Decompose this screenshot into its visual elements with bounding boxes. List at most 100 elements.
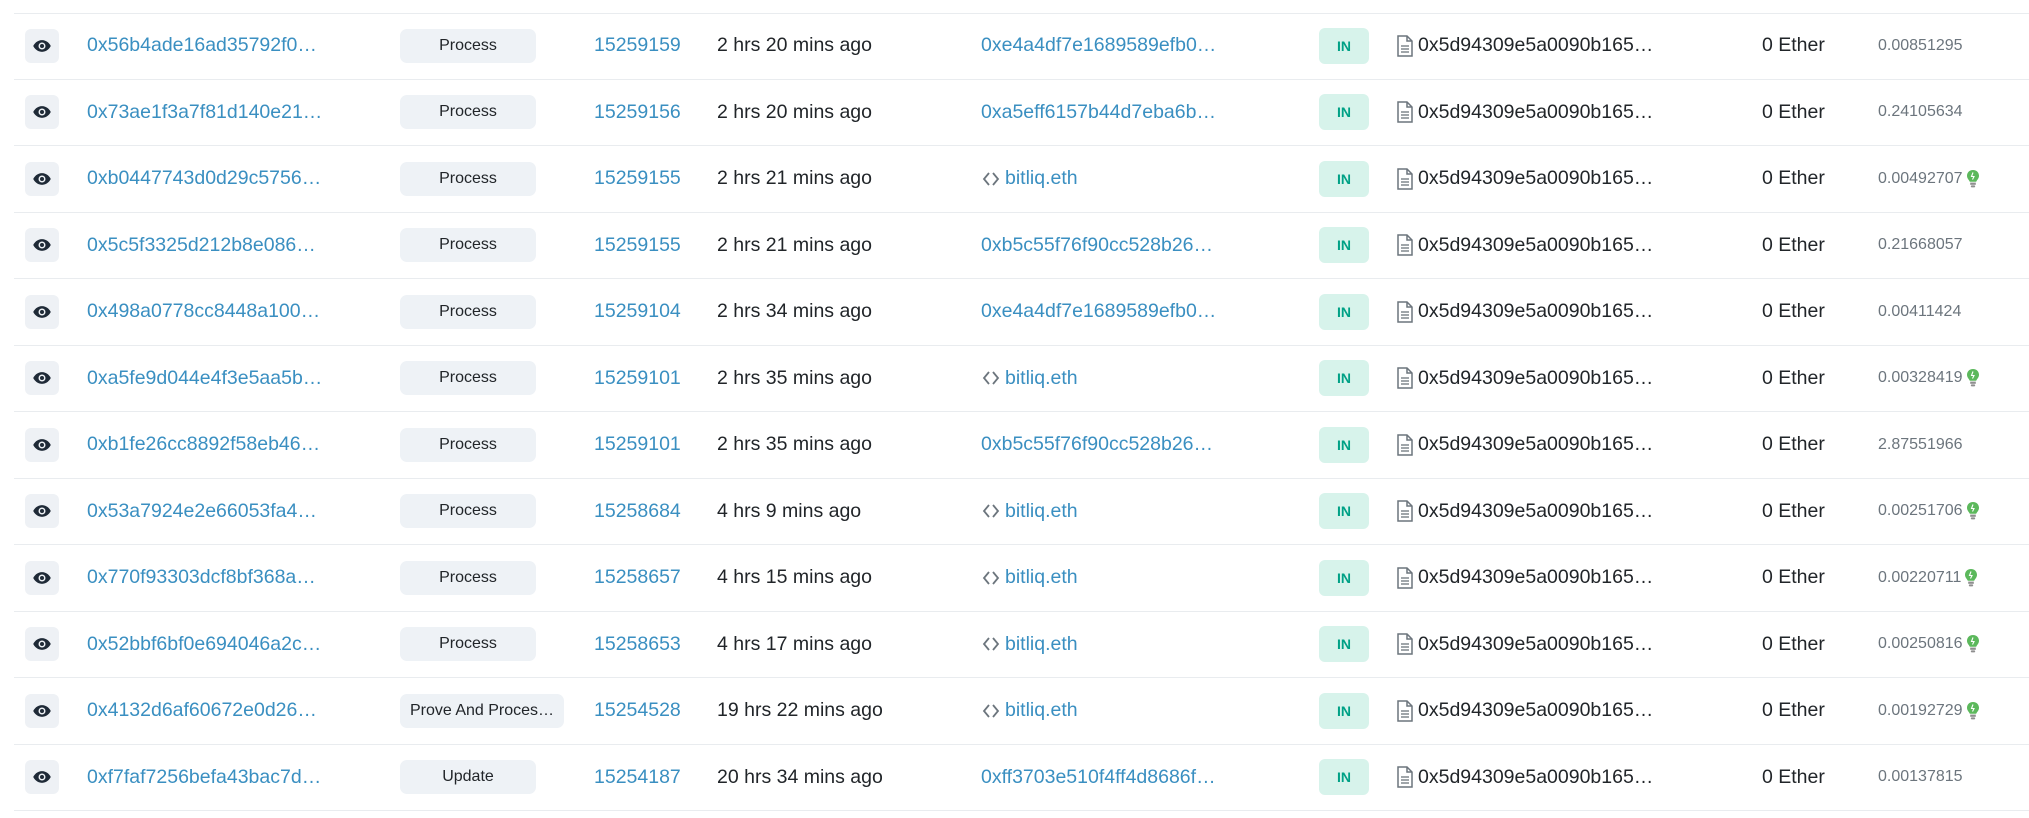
to-contract-address[interactable]: 0x5d94309e5a0090b165… [1396, 146, 1653, 212]
to-contract-address[interactable]: 0x5d94309e5a0090b165… [1396, 479, 1653, 545]
txn-age: 2 hrs 20 mins ago [717, 34, 873, 57]
txn-age: 4 hrs 9 mins ago [717, 499, 862, 522]
from-address-link[interactable]: bitliq.eth [981, 346, 1078, 412]
method-badge: Process [400, 627, 536, 662]
to-contract-address[interactable]: 0x5d94309e5a0090b165… [1396, 745, 1653, 811]
method-badge: Process [400, 161, 536, 196]
txn-age: 20 hrs 34 mins ago [717, 765, 883, 788]
method-badge: Prove And Proces… [400, 693, 564, 728]
from-address-text: bitliq.eth [1005, 566, 1078, 589]
direction-badge: IN [1319, 27, 1369, 64]
txn-fee-text: 0.00328419 [1878, 369, 1963, 387]
direction-badge: IN [1319, 360, 1369, 397]
txn-hash-link[interactable]: 0x53a7924e2e66053fa4… [87, 479, 317, 545]
method-badge: Process [400, 494, 536, 529]
view-details-button[interactable] [25, 560, 59, 595]
txn-fee-text: 0.00192729 [1878, 701, 1963, 719]
txn-hash-link[interactable]: 0xb0447743d0d29c5756… [87, 146, 321, 212]
view-details-button[interactable] [25, 693, 59, 728]
table-row: 0x52bbf6bf0e694046a2c… Process 15258653 … [14, 612, 2029, 678]
view-details-button[interactable] [25, 627, 59, 662]
to-address-text: 0x5d94309e5a0090b165… [1418, 499, 1654, 522]
txn-fee: 0.00137815 [1878, 745, 1963, 811]
txn-hash-link[interactable]: 0x770f93303dcf8bf368a… [87, 545, 316, 611]
from-address-link[interactable]: 0xb5c55f76f90cc528b26… [981, 412, 1213, 478]
from-address-link[interactable]: 0xe4a4df7e1689589efb0… [981, 279, 1216, 345]
txn-hash-link[interactable]: 0x5c5f3325d212b8e086… [87, 213, 316, 279]
view-details-button[interactable] [25, 228, 59, 263]
txn-age: 2 hrs 20 mins ago [717, 100, 873, 123]
txn-age: 4 hrs 17 mins ago [717, 632, 873, 655]
block-number-link[interactable]: 15254187 [594, 745, 681, 811]
from-address-link[interactable]: 0xff3703e510f4ff4d8686f… [981, 745, 1216, 811]
txn-fee: 2.87551966 [1878, 412, 1963, 478]
to-contract-address[interactable]: 0x5d94309e5a0090b165… [1396, 80, 1653, 146]
view-details-button[interactable] [25, 95, 59, 130]
to-address-text: 0x5d94309e5a0090b165… [1418, 566, 1654, 589]
block-number-link[interactable]: 15259104 [594, 279, 681, 345]
from-address-link[interactable]: bitliq.eth [981, 612, 1078, 678]
to-contract-address[interactable]: 0x5d94309e5a0090b165… [1396, 678, 1653, 744]
txn-value: 0 Ether [1762, 632, 1825, 655]
txn-value: 0 Ether [1762, 100, 1825, 123]
view-details-button[interactable] [25, 28, 59, 63]
to-address-text: 0x5d94309e5a0090b165… [1418, 167, 1654, 190]
block-number-link[interactable]: 15259155 [594, 213, 681, 279]
from-address-link[interactable]: 0xa5eff6157b44d7eba6b… [981, 80, 1216, 146]
view-details-button[interactable] [25, 494, 59, 529]
direction-badge: IN [1319, 160, 1369, 197]
block-number-link[interactable]: 15259156 [594, 80, 681, 146]
txn-hash-link[interactable]: 0xa5fe9d044e4f3e5aa5b… [87, 346, 322, 412]
view-details-button[interactable] [25, 161, 59, 196]
txn-hash-link[interactable]: 0x4132d6af60672e0d26… [87, 678, 317, 744]
block-number-link[interactable]: 15259101 [594, 346, 681, 412]
ens-name-icon [982, 637, 1000, 651]
from-address-link[interactable]: bitliq.eth [981, 146, 1078, 212]
txn-hash-link[interactable]: 0x52bbf6bf0e694046a2c… [87, 612, 321, 678]
from-address-text: 0xff3703e510f4ff4d8686f… [981, 765, 1216, 788]
view-details-button[interactable] [25, 294, 59, 329]
block-number-link[interactable]: 15258657 [594, 545, 681, 611]
txn-fee-text: 0.00220711 [1878, 568, 1962, 586]
to-contract-address[interactable]: 0x5d94309e5a0090b165… [1396, 279, 1653, 345]
to-contract-address[interactable]: 0x5d94309e5a0090b165… [1396, 412, 1653, 478]
to-contract-address[interactable]: 0x5d94309e5a0090b165… [1396, 213, 1653, 279]
block-number-link[interactable]: 15259101 [594, 412, 681, 478]
view-details-button[interactable] [25, 361, 59, 396]
txn-fee-text: 0.00492707 [1878, 169, 1963, 187]
txn-fee: 0.24105634 [1878, 80, 1963, 146]
txn-hash-link[interactable]: 0x56b4ade16ad35792f0… [87, 13, 317, 79]
eye-icon [33, 704, 51, 717]
txn-value: 0 Ether [1762, 499, 1825, 522]
method-badge: Process [400, 361, 536, 396]
document-icon [1397, 301, 1413, 323]
to-contract-address[interactable]: 0x5d94309e5a0090b165… [1396, 545, 1653, 611]
block-number-link[interactable]: 15259155 [594, 146, 681, 212]
from-address-link[interactable]: 0xb5c55f76f90cc528b26… [981, 213, 1213, 279]
document-icon [1397, 434, 1413, 456]
txn-hash-link[interactable]: 0xf7faf7256befa43bac7d… [87, 745, 321, 811]
to-address-text: 0x5d94309e5a0090b165… [1418, 433, 1654, 456]
txn-hash-link[interactable]: 0x73ae1f3a7f81d140e21… [87, 80, 322, 146]
txn-hash-link[interactable]: 0xb1fe26cc8892f58eb46… [87, 412, 320, 478]
to-contract-address[interactable]: 0x5d94309e5a0090b165… [1396, 612, 1653, 678]
view-details-button[interactable] [25, 427, 59, 462]
eye-icon [33, 305, 51, 318]
direction-badge: IN [1319, 227, 1369, 264]
from-address-link[interactable]: bitliq.eth [981, 479, 1078, 545]
from-address-link[interactable]: bitliq.eth [981, 545, 1078, 611]
to-contract-address[interactable]: 0x5d94309e5a0090b165… [1396, 13, 1653, 79]
txn-fee: 0.00411424 [1878, 279, 1961, 345]
block-number-link[interactable]: 15258684 [594, 479, 681, 545]
from-address-link[interactable]: bitliq.eth [981, 678, 1078, 744]
lightbulb-icon [1965, 568, 1978, 587]
block-number-link[interactable]: 15254528 [594, 678, 681, 744]
block-number-link[interactable]: 15258653 [594, 612, 681, 678]
document-icon [1397, 500, 1413, 522]
view-details-button[interactable] [25, 760, 59, 795]
txn-value: 0 Ether [1762, 765, 1825, 788]
from-address-link[interactable]: 0xe4a4df7e1689589efb0… [981, 13, 1216, 79]
to-contract-address[interactable]: 0x5d94309e5a0090b165… [1396, 346, 1653, 412]
block-number-link[interactable]: 15259159 [594, 13, 681, 79]
txn-hash-link[interactable]: 0x498a0778cc8448a100… [87, 279, 320, 345]
